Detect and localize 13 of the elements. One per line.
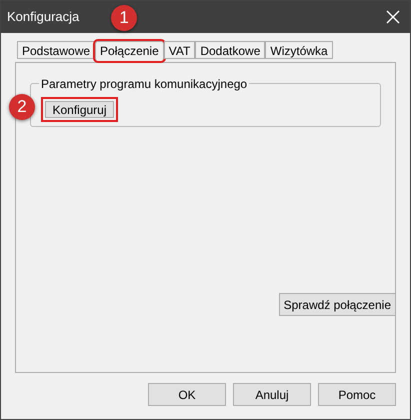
tab[interactable]: Podstawowe [17,41,96,59]
tab[interactable]: Dodatkowe [195,41,266,59]
dialog-button[interactable]: Pomoc [318,383,396,406]
dialog-button[interactable]: Anuluj [233,383,311,406]
tab[interactable]: Połączenie [95,41,164,61]
close-icon[interactable] [386,10,400,24]
dialog-button[interactable]: OK [148,383,226,406]
configure-button[interactable]: Konfiguruj [41,97,118,122]
tab[interactable]: VAT [164,41,196,59]
tab[interactable]: Wizytówka [265,41,333,59]
check-connection-button[interactable]: Sprawdź połączenie [278,293,396,316]
window-title: Konfiguracja [7,8,80,26]
step-badge: 2 [9,94,35,120]
